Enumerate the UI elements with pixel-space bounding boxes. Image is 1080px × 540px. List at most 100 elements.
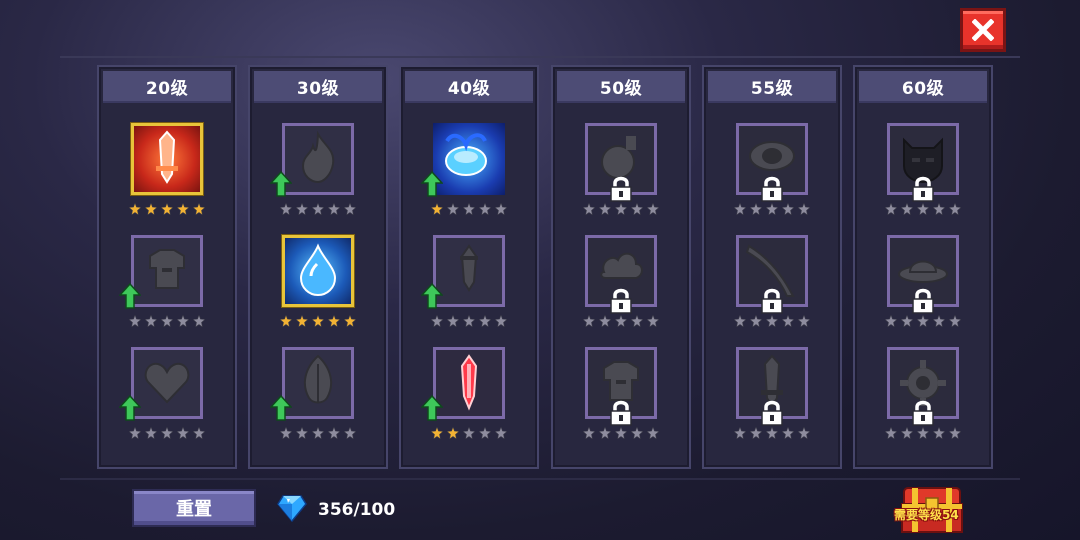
star-empty-icon bbox=[599, 427, 611, 439]
star-filled-icon bbox=[447, 427, 459, 439]
star-rating bbox=[431, 315, 507, 327]
close-button[interactable] bbox=[960, 8, 1006, 52]
star-empty-icon bbox=[798, 315, 810, 327]
chest-requirement-label: 需要等级54 bbox=[894, 508, 959, 522]
star-empty-icon bbox=[901, 315, 913, 327]
star-empty-icon bbox=[328, 427, 340, 439]
level-column: 60级 bbox=[853, 65, 993, 469]
red-crystal-icon bbox=[460, 354, 478, 411]
star-empty-icon bbox=[615, 315, 627, 327]
star-empty-icon bbox=[647, 427, 659, 439]
star-empty-icon bbox=[885, 203, 897, 215]
star-empty-icon bbox=[631, 203, 643, 215]
star-empty-icon bbox=[647, 203, 659, 215]
star-empty-icon bbox=[479, 203, 491, 215]
star-empty-icon bbox=[599, 203, 611, 215]
level-header: 40级 bbox=[405, 71, 533, 103]
flame-icon bbox=[301, 130, 335, 184]
star-empty-icon bbox=[463, 203, 475, 215]
talent-slot[interactable] bbox=[282, 347, 354, 419]
star-empty-icon bbox=[949, 315, 961, 327]
star-empty-icon bbox=[344, 203, 356, 215]
star-empty-icon bbox=[798, 427, 810, 439]
star-empty-icon bbox=[750, 203, 762, 215]
star-rating bbox=[431, 427, 507, 439]
star-empty-icon bbox=[129, 315, 141, 327]
gem-count: 356/100 bbox=[318, 500, 396, 520]
talent-slot[interactable] bbox=[282, 235, 354, 307]
star-empty-icon bbox=[447, 203, 459, 215]
star-empty-icon bbox=[782, 315, 794, 327]
lock-icon bbox=[761, 288, 783, 314]
star-filled-icon bbox=[177, 203, 189, 215]
star-empty-icon bbox=[583, 315, 595, 327]
star-empty-icon bbox=[917, 203, 929, 215]
star-filled-icon bbox=[312, 315, 324, 327]
star-rating bbox=[129, 427, 205, 439]
star-empty-icon bbox=[917, 427, 929, 439]
star-empty-icon bbox=[798, 203, 810, 215]
level-header: 60级 bbox=[859, 71, 987, 103]
upgrade-arrow-icon bbox=[270, 395, 292, 421]
star-empty-icon bbox=[917, 315, 929, 327]
level-header: 55级 bbox=[708, 71, 836, 103]
upgrade-arrow-icon bbox=[270, 171, 292, 197]
star-empty-icon bbox=[933, 203, 945, 215]
level-header: 20级 bbox=[103, 71, 231, 103]
star-empty-icon bbox=[193, 427, 205, 439]
star-empty-icon bbox=[949, 427, 961, 439]
star-empty-icon bbox=[734, 427, 746, 439]
star-filled-icon bbox=[280, 315, 292, 327]
star-filled-icon bbox=[161, 203, 173, 215]
star-filled-icon bbox=[431, 427, 443, 439]
star-empty-icon bbox=[615, 203, 627, 215]
star-empty-icon bbox=[495, 427, 507, 439]
star-empty-icon bbox=[280, 203, 292, 215]
level-column: 20级 bbox=[97, 65, 237, 469]
talent-slot[interactable] bbox=[282, 123, 354, 195]
lock-icon bbox=[912, 400, 934, 426]
star-empty-icon bbox=[312, 203, 324, 215]
star-rating bbox=[734, 315, 810, 327]
star-rating bbox=[129, 203, 205, 215]
star-empty-icon bbox=[631, 427, 643, 439]
reset-button[interactable]: 重置 bbox=[132, 489, 256, 527]
talent-slot[interactable] bbox=[433, 123, 505, 195]
heart-icon bbox=[144, 362, 190, 404]
talent-slot[interactable] bbox=[433, 347, 505, 419]
talent-slot[interactable] bbox=[131, 123, 203, 195]
star-empty-icon bbox=[901, 427, 913, 439]
star-rating bbox=[583, 315, 659, 327]
water-drop-icon bbox=[299, 243, 337, 297]
bottom-divider bbox=[60, 478, 1020, 480]
star-empty-icon bbox=[766, 315, 778, 327]
sword-icon bbox=[156, 130, 178, 184]
star-empty-icon bbox=[161, 315, 173, 327]
star-rating bbox=[583, 427, 659, 439]
star-rating bbox=[129, 315, 205, 327]
star-empty-icon bbox=[647, 315, 659, 327]
lock-icon bbox=[761, 176, 783, 202]
star-empty-icon bbox=[933, 427, 945, 439]
level-column: 50级 bbox=[551, 65, 691, 469]
star-empty-icon bbox=[145, 315, 157, 327]
star-empty-icon bbox=[734, 203, 746, 215]
star-empty-icon bbox=[782, 427, 794, 439]
talent-slot[interactable] bbox=[131, 235, 203, 307]
star-empty-icon bbox=[901, 203, 913, 215]
talent-columns: 20级 30级 40级 50级 55级 60级 bbox=[97, 65, 993, 469]
upgrade-arrow-icon bbox=[421, 171, 443, 197]
star-empty-icon bbox=[161, 427, 173, 439]
star-empty-icon bbox=[766, 203, 778, 215]
star-filled-icon bbox=[344, 315, 356, 327]
star-rating bbox=[280, 315, 356, 327]
star-rating bbox=[280, 427, 356, 439]
talent-slot[interactable] bbox=[131, 347, 203, 419]
star-rating bbox=[885, 427, 961, 439]
star-empty-icon bbox=[177, 427, 189, 439]
level-column: 30级 bbox=[248, 65, 388, 469]
talent-slot[interactable] bbox=[433, 235, 505, 307]
star-rating bbox=[583, 203, 659, 215]
upgrade-arrow-icon bbox=[421, 283, 443, 309]
star-empty-icon bbox=[463, 315, 475, 327]
